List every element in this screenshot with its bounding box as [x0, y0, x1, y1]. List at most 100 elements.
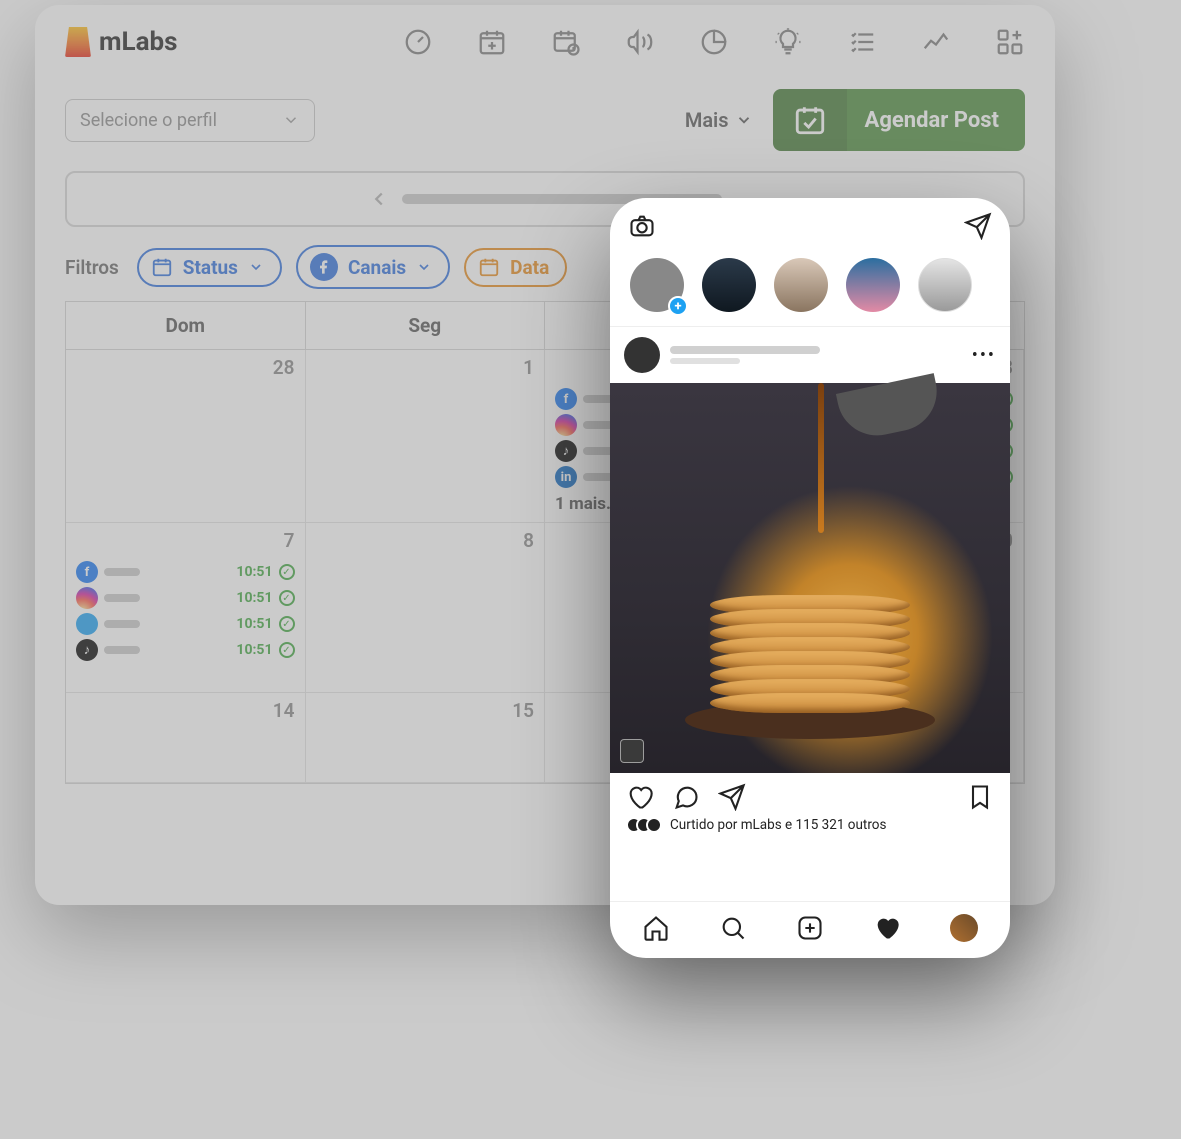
post-image[interactable] — [610, 383, 1010, 773]
search-icon[interactable] — [719, 914, 747, 942]
comment-icon[interactable] — [672, 783, 700, 811]
calendar-cell[interactable]: 28 — [66, 350, 306, 523]
date-label: 15 — [512, 699, 534, 722]
calendar-cell[interactable]: 15 — [306, 693, 546, 783]
tiktok-icon: ♪ — [76, 639, 98, 661]
chevron-down-icon — [735, 111, 753, 129]
post-bar — [104, 594, 140, 602]
image-detail — [710, 601, 910, 713]
more-dropdown[interactable]: Mais — [685, 108, 753, 132]
app-logo[interactable]: mLabs — [65, 27, 177, 57]
post-avatar[interactable] — [624, 337, 660, 373]
calendar-check-icon — [773, 89, 847, 151]
schedule-post-button[interactable]: Agendar Post — [773, 89, 1025, 151]
calendar-icon — [151, 256, 173, 278]
lightbulb-icon[interactable] — [773, 27, 803, 57]
calendar-cell[interactable]: 14 — [66, 693, 306, 783]
filter-channels[interactable]: Canais — [296, 245, 450, 289]
camera-icon[interactable] — [628, 212, 656, 240]
calendar-icon — [478, 256, 500, 278]
apps-add-icon[interactable] — [995, 27, 1025, 57]
post-time: 10:51 — [236, 616, 272, 632]
likes-row[interactable]: Curtido por mLabs e 115 321 outros — [610, 815, 1010, 843]
filter-data[interactable]: Data — [464, 248, 567, 287]
story-item[interactable] — [916, 256, 974, 314]
profile-select[interactable]: Selecione o perfil — [65, 99, 315, 142]
post-username-area[interactable] — [670, 346, 820, 364]
image-detail — [836, 373, 944, 443]
chevron-left-icon[interactable] — [368, 188, 390, 210]
twitter-icon — [76, 613, 98, 635]
post-actions — [610, 773, 1010, 815]
facebook-icon: f — [76, 561, 98, 583]
stories-row: + — [610, 250, 1010, 327]
filters-label: Filtros — [65, 256, 119, 279]
bookmark-icon[interactable] — [966, 783, 994, 811]
calendar-cell[interactable]: 7 f 10:51 ✓ 10:51 ✓ 10:51 ✓ ♪ 10:51 ✓ — [66, 523, 306, 693]
instagram-header — [610, 198, 1010, 250]
date-label: 28 — [273, 356, 295, 379]
facebook-icon: f — [555, 388, 577, 410]
filter-status[interactable]: Status — [137, 248, 282, 287]
date-label: 14 — [273, 699, 295, 722]
pie-chart-icon[interactable] — [699, 27, 729, 57]
date-label: 7 — [284, 529, 295, 552]
day-header: Dom — [66, 302, 306, 349]
scheduled-post[interactable]: f 10:51 ✓ — [76, 561, 295, 583]
post-time: 10:51 — [236, 590, 272, 606]
linkedin-icon: in — [555, 466, 577, 488]
add-post-icon[interactable] — [796, 914, 824, 942]
post-time: 10:51 — [236, 564, 272, 580]
instagram-icon — [76, 587, 98, 609]
check-icon: ✓ — [279, 564, 295, 580]
filter-data-label: Data — [510, 256, 549, 279]
filter-channels-label: Canais — [348, 256, 406, 279]
dashboard-icon[interactable] — [403, 27, 433, 57]
check-icon: ✓ — [279, 590, 295, 606]
story-item[interactable] — [772, 256, 830, 314]
header-nav — [403, 27, 1025, 57]
scheduled-post[interactable]: ♪ 10:51 ✓ — [76, 639, 295, 661]
calendar-clock-icon[interactable] — [551, 27, 581, 57]
analytics-icon[interactable] — [921, 27, 951, 57]
more-options-icon[interactable]: ••• — [972, 345, 996, 366]
calendar-add-icon[interactable] — [477, 27, 507, 57]
check-icon: ✓ — [279, 642, 295, 658]
story-item[interactable] — [700, 256, 758, 314]
home-icon[interactable] — [642, 914, 670, 942]
activity-icon[interactable] — [873, 914, 901, 942]
calendar-cell[interactable]: 1 — [306, 350, 546, 523]
chevron-down-icon — [248, 259, 264, 275]
post-bar — [104, 646, 140, 654]
your-story[interactable]: + — [628, 256, 686, 314]
megaphone-icon[interactable] — [625, 27, 655, 57]
checklist-icon[interactable] — [847, 27, 877, 57]
app-name: mLabs — [99, 27, 177, 57]
calendar-cell[interactable]: 8 — [306, 523, 546, 693]
placeholder-line — [670, 346, 820, 354]
like-avatars — [626, 817, 662, 833]
logo-mark-icon — [65, 27, 91, 57]
instagram-preview-phone: + ••• — [610, 198, 1010, 958]
facebook-icon — [310, 253, 338, 281]
scheduled-post[interactable]: 10:51 ✓ — [76, 613, 295, 635]
chevron-down-icon — [282, 111, 300, 129]
day-header: Seg — [306, 302, 546, 349]
send-icon[interactable] — [964, 212, 992, 240]
post-time: 10:51 — [236, 642, 272, 658]
app-header: mLabs — [35, 5, 1055, 75]
instagram-nav — [610, 901, 1010, 958]
instagram-icon — [555, 414, 577, 436]
post-bar — [104, 568, 140, 576]
share-icon[interactable] — [718, 783, 746, 811]
post-bar — [104, 620, 140, 628]
scheduled-post[interactable]: 10:51 ✓ — [76, 587, 295, 609]
story-item[interactable] — [844, 256, 902, 314]
post-header: ••• — [610, 327, 1010, 383]
add-story-icon: + — [668, 296, 688, 316]
profile-avatar[interactable] — [950, 914, 978, 942]
more-label: Mais — [685, 108, 729, 132]
date-label: 8 — [523, 529, 534, 552]
heart-icon[interactable] — [626, 783, 654, 811]
check-icon: ✓ — [279, 616, 295, 632]
